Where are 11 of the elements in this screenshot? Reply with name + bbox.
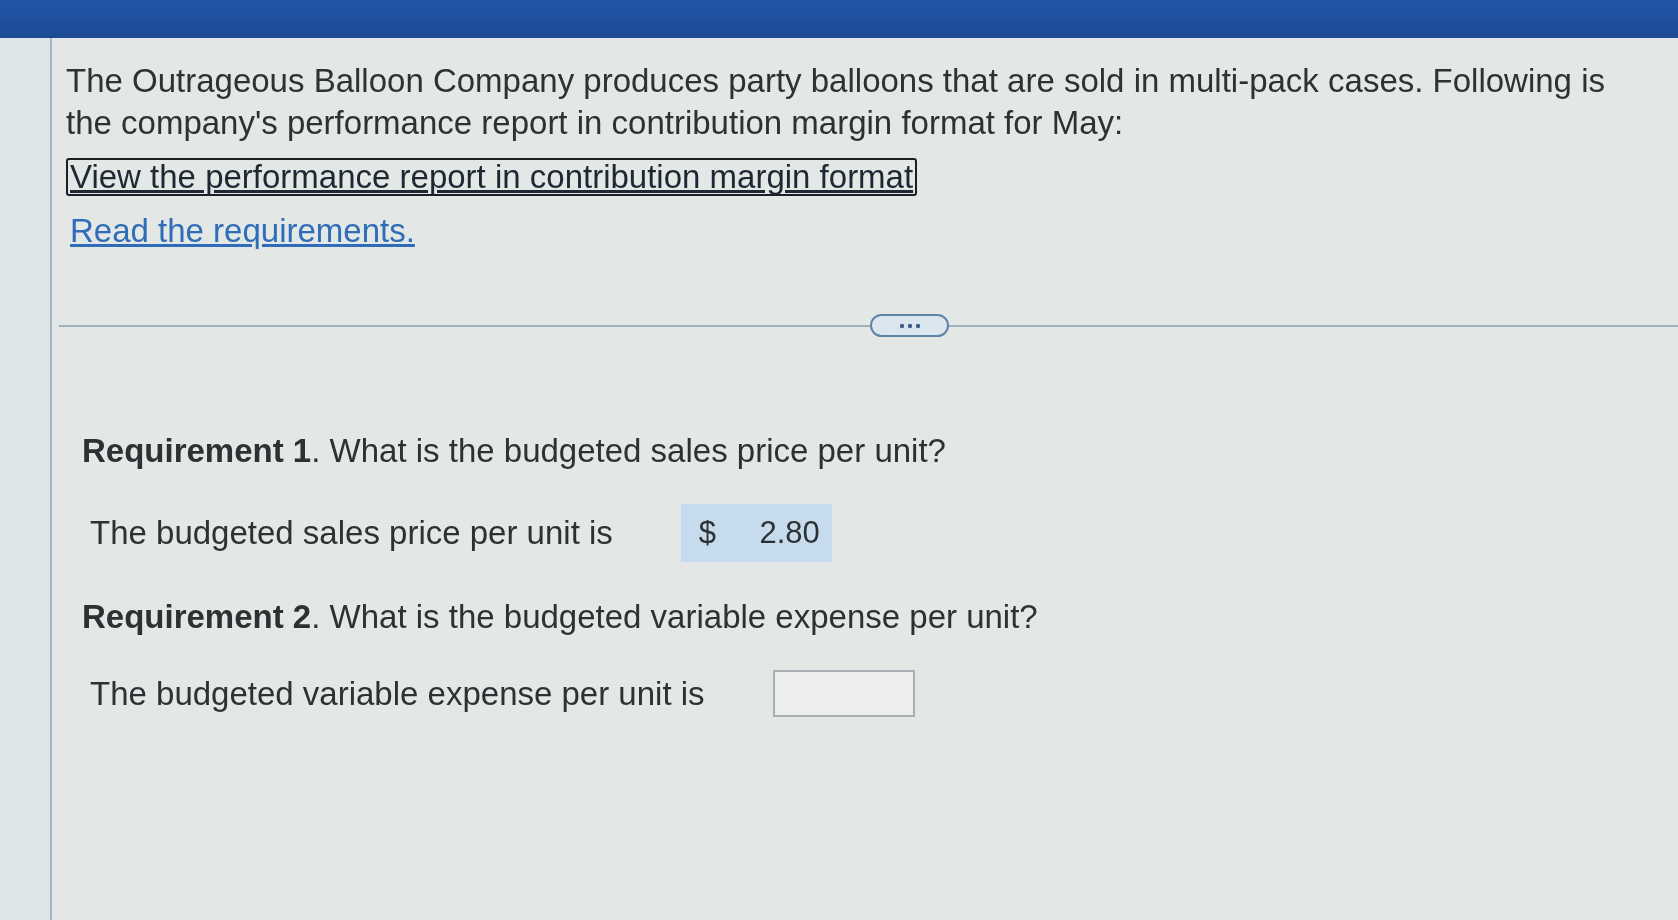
answer-prompt: The budgeted sales price per unit is [90, 513, 613, 553]
requirement-question: Requirement 1. What is the budgeted sales price per unit? [82, 431, 947, 471]
ellipsis-icon [898, 322, 921, 329]
requirement-question: Requirement 2. What is the budgeted variable expense per unit? [82, 597, 1039, 637]
expand-button[interactable] [870, 314, 949, 337]
answer-field[interactable]: $ 2.80 [680, 504, 832, 562]
text-link[interactable]: View the performance report in contribution margin format [66, 158, 918, 196]
answer-field[interactable] [772, 670, 915, 717]
text-link[interactable]: Read the requirements. [66, 212, 419, 250]
intro-paragraph: The Outrageous Balloon Company produces party balloons that are sold in multi-pack cases. Following is the company's performance report in contribution margin format for May: [66, 61, 1606, 143]
answer-prompt: The budgeted variable expense per unit is [90, 673, 705, 714]
